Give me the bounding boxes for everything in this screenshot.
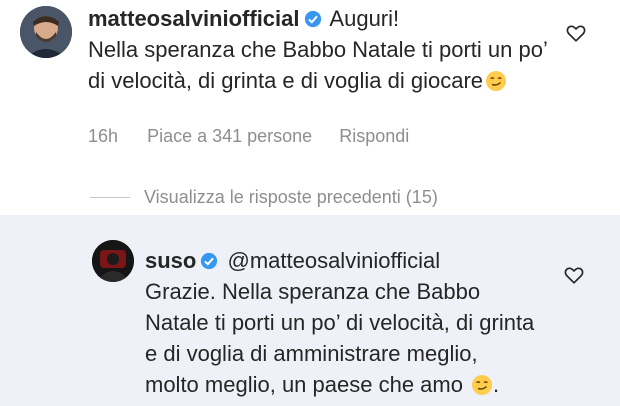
comment-lead: Auguri! — [329, 6, 400, 31]
likes-count-link[interactable]: Piace a 341 persone — [147, 126, 312, 146]
comment-body: Nella speranza che Babbo Natale ti porti… — [88, 37, 548, 93]
view-previous-replies-label: Visualizza le risposte precedenti (15) — [144, 187, 438, 207]
mention-link[interactable]: @matteosalviniofficial — [227, 248, 440, 273]
verified-badge-icon — [304, 10, 321, 28]
smirk-emoji-icon — [486, 71, 507, 91]
avatar[interactable] — [20, 6, 72, 58]
verified-badge-icon — [201, 252, 218, 270]
username[interactable]: matteosalviniofficial — [88, 6, 300, 31]
username-reply[interactable]: suso — [145, 248, 196, 273]
reply-link[interactable]: Rispondi — [339, 126, 409, 146]
divider — [90, 197, 130, 198]
view-previous-replies-link[interactable]: Visualizza le risposte precedenti (15) — [90, 187, 438, 208]
comment-text: matteosalviniofficial Auguri! Nella sper… — [88, 3, 558, 96]
reply-text: suso @matteosalviniofficial Grazie. Nell… — [145, 245, 535, 400]
like-heart-icon[interactable] — [563, 264, 585, 286]
comment-meta: 16h Piace a 341 persone Rispondi — [88, 126, 431, 147]
like-heart-icon[interactable] — [565, 22, 587, 44]
smirk-emoji-icon — [471, 375, 492, 395]
profile-photo-icon — [20, 6, 72, 58]
avatar-reply[interactable] — [92, 240, 134, 282]
reply-trailing: . — [492, 372, 500, 397]
profile-photo-icon — [92, 240, 134, 282]
comment-time: 16h — [88, 126, 119, 146]
